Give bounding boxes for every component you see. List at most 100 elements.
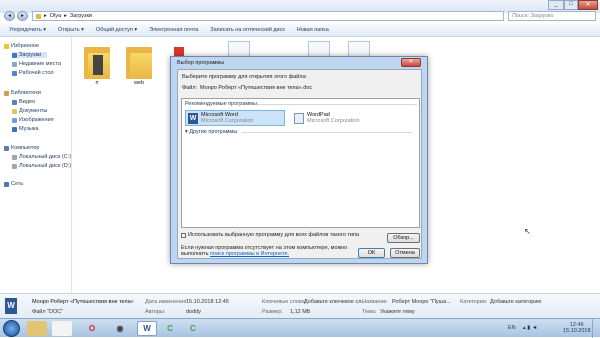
camtasia-taskbar-icon[interactable]: C: [160, 321, 180, 336]
show-desktop-button[interactable]: [592, 319, 600, 338]
search-input[interactable]: Поиск: Загрузки: [508, 11, 596, 21]
file-icon[interactable]: [308, 41, 330, 57]
burn-disc-button[interactable]: Записать на оптический диск: [210, 27, 284, 33]
pictures-icon: [12, 117, 17, 123]
always-use-checkbox[interactable]: [181, 232, 186, 238]
sidebar-section-label: Компьютер: [11, 145, 40, 151]
share-button[interactable]: Общий доступ ▾: [96, 27, 137, 33]
taskbar: O ◉ W C C EN ▴ ▮ ◄ 12:46 15.10.2018: [0, 318, 600, 338]
search-online-link[interactable]: поиск программы в Интернете.: [210, 251, 289, 257]
sidebar-item-label: Локальный диск (D:): [19, 163, 72, 169]
keywords-value[interactable]: Добавьте ключевое сл...: [304, 299, 366, 305]
size-label: Размер:: [262, 309, 283, 315]
close-window-button[interactable]: ✕: [578, 0, 598, 10]
dialog-instruction: Выберите программу для открытия этого фа…: [182, 74, 308, 80]
keywords-label: Ключевые слова:: [262, 299, 307, 305]
word-taskbar-icon[interactable]: W: [137, 321, 157, 336]
sidebar-item-downloads[interactable]: Загрузки: [12, 52, 48, 58]
forward-button[interactable]: ▸: [17, 11, 28, 21]
minimize-button[interactable]: _: [548, 0, 564, 10]
organize-button[interactable]: Упорядочить ▾: [9, 27, 46, 33]
sidebar-item-recent[interactable]: Недавние места: [12, 61, 61, 67]
dialog-close-button[interactable]: ✕: [401, 58, 421, 67]
sidebar-computer[interactable]: Компьютер: [4, 145, 39, 151]
dialog-title: Выбор программы: [177, 60, 225, 66]
sidebar-item-desktop[interactable]: Рабочий стол: [12, 70, 54, 76]
address-bar[interactable]: ▸ Olya ▸ Загрузки: [32, 11, 504, 21]
sidebar-item-drive-c[interactable]: Локальный диск (C:): [12, 154, 71, 160]
new-folder-button[interactable]: Новая папка: [297, 27, 329, 33]
folder-item[interactable]: [84, 43, 110, 79]
app-taskbar-icon[interactable]: ◉: [110, 321, 130, 336]
hint-text: Если нужная программа отсутствует на это…: [181, 245, 361, 257]
ok-button[interactable]: ОК: [358, 248, 385, 258]
explorer-taskbar-icon[interactable]: [27, 321, 47, 336]
sidebar-item-drive-d[interactable]: Локальный диск (D:): [12, 163, 71, 169]
program-item-wordpad[interactable]: WordPad Microsoft Corporation: [292, 110, 392, 126]
author-value[interactable]: doddy: [186, 309, 201, 315]
breadcrumb-item-downloads[interactable]: Загрузки: [70, 13, 92, 19]
subject-label: Тема:: [362, 309, 377, 315]
back-button[interactable]: ◂: [4, 11, 15, 21]
divider: [257, 104, 417, 105]
media-player-taskbar-icon[interactable]: [52, 321, 72, 336]
file-icon[interactable]: [228, 41, 250, 57]
sidebar-item-label: Видео: [19, 99, 36, 105]
size-value: 1,12 МБ: [290, 309, 311, 315]
dialog-body: Выберите программу для открытия этого фа…: [177, 69, 422, 259]
modified-value[interactable]: 15.10.2018 12:45: [186, 299, 229, 305]
start-button[interactable]: [3, 320, 20, 337]
subject-value[interactable]: Укажите тему: [380, 309, 415, 315]
program-list[interactable]: Рекомендуемые программы W Microsoft Word…: [181, 98, 420, 228]
downloads-icon: [12, 52, 17, 58]
sidebar-item-music[interactable]: Музыка: [12, 126, 38, 132]
modified-label: Дата изменения:: [145, 299, 188, 305]
maximize-button[interactable]: □: [564, 0, 578, 10]
sidebar-section-label: Библиотеки: [11, 90, 41, 96]
drive-icon: [12, 163, 17, 169]
breadcrumb-item-olya[interactable]: Olya: [50, 13, 61, 19]
breadcrumb-separator: ▸: [64, 13, 67, 19]
camtasia-recorder-taskbar-icon[interactable]: C: [183, 321, 203, 336]
sidebar-item-video[interactable]: Видео: [12, 99, 35, 105]
tray-icons[interactable]: ▴ ▮ ◄: [523, 325, 537, 331]
word-document-icon: W: [5, 298, 17, 314]
sidebar-item-documents[interactable]: Документы: [12, 108, 47, 114]
sidebar-network[interactable]: Сеть: [4, 181, 23, 187]
browse-button[interactable]: Обзор...: [387, 233, 420, 243]
desktop-icon: [12, 70, 17, 76]
recommended-group-header[interactable]: Рекомендуемые программы: [185, 101, 257, 107]
folder-label: web: [133, 80, 145, 86]
wordpad-icon: [294, 112, 304, 124]
details-pane: W Монро Роберт «Путешествия вне тела» Фа…: [0, 293, 600, 318]
sidebar-item-label: Загрузки: [19, 52, 42, 58]
language-indicator[interactable]: EN: [508, 325, 516, 331]
sidebar-libraries[interactable]: Библиотеки: [4, 90, 41, 96]
always-use-option[interactable]: Использовать выбранную программу для все…: [181, 232, 359, 238]
category-label: Категории:: [460, 299, 488, 305]
opera-taskbar-icon[interactable]: O: [82, 321, 102, 336]
email-button[interactable]: Электронная почта: [149, 27, 198, 33]
other-programs-expander[interactable]: ▾ Другие программы: [185, 129, 237, 135]
category-value[interactable]: Добавьте категорию: [490, 299, 542, 305]
star-icon: [4, 43, 9, 49]
music-icon: [12, 126, 17, 132]
file-name: Монро Роберт «Путешествия вне тела».doc: [200, 85, 313, 91]
libraries-icon: [4, 90, 9, 96]
file-icon[interactable]: [348, 41, 370, 57]
folder-item[interactable]: [126, 43, 152, 79]
breadcrumb-separator: ▸: [44, 13, 47, 19]
cancel-button[interactable]: Отмена: [390, 248, 420, 258]
sidebar-item-pictures[interactable]: Изображения: [12, 117, 54, 123]
program-vendor: Microsoft Corporation: [201, 118, 254, 124]
sidebar-section-label: Избранное: [11, 43, 39, 49]
computer-icon: [4, 145, 9, 151]
program-item-word[interactable]: W Microsoft Word Microsoft Corporation: [185, 110, 285, 126]
sidebar-favorites[interactable]: Избранное: [4, 43, 39, 49]
author-label: Авторы:: [145, 309, 166, 315]
title-value[interactable]: Роберт Монро "Пуша...: [392, 299, 451, 305]
sidebar-section-label: Сеть: [11, 181, 24, 187]
file-label: Файл:: [182, 85, 198, 91]
open-button[interactable]: Открыть ▾: [58, 27, 84, 33]
clock[interactable]: 12:46 15.10.2018: [563, 322, 591, 334]
